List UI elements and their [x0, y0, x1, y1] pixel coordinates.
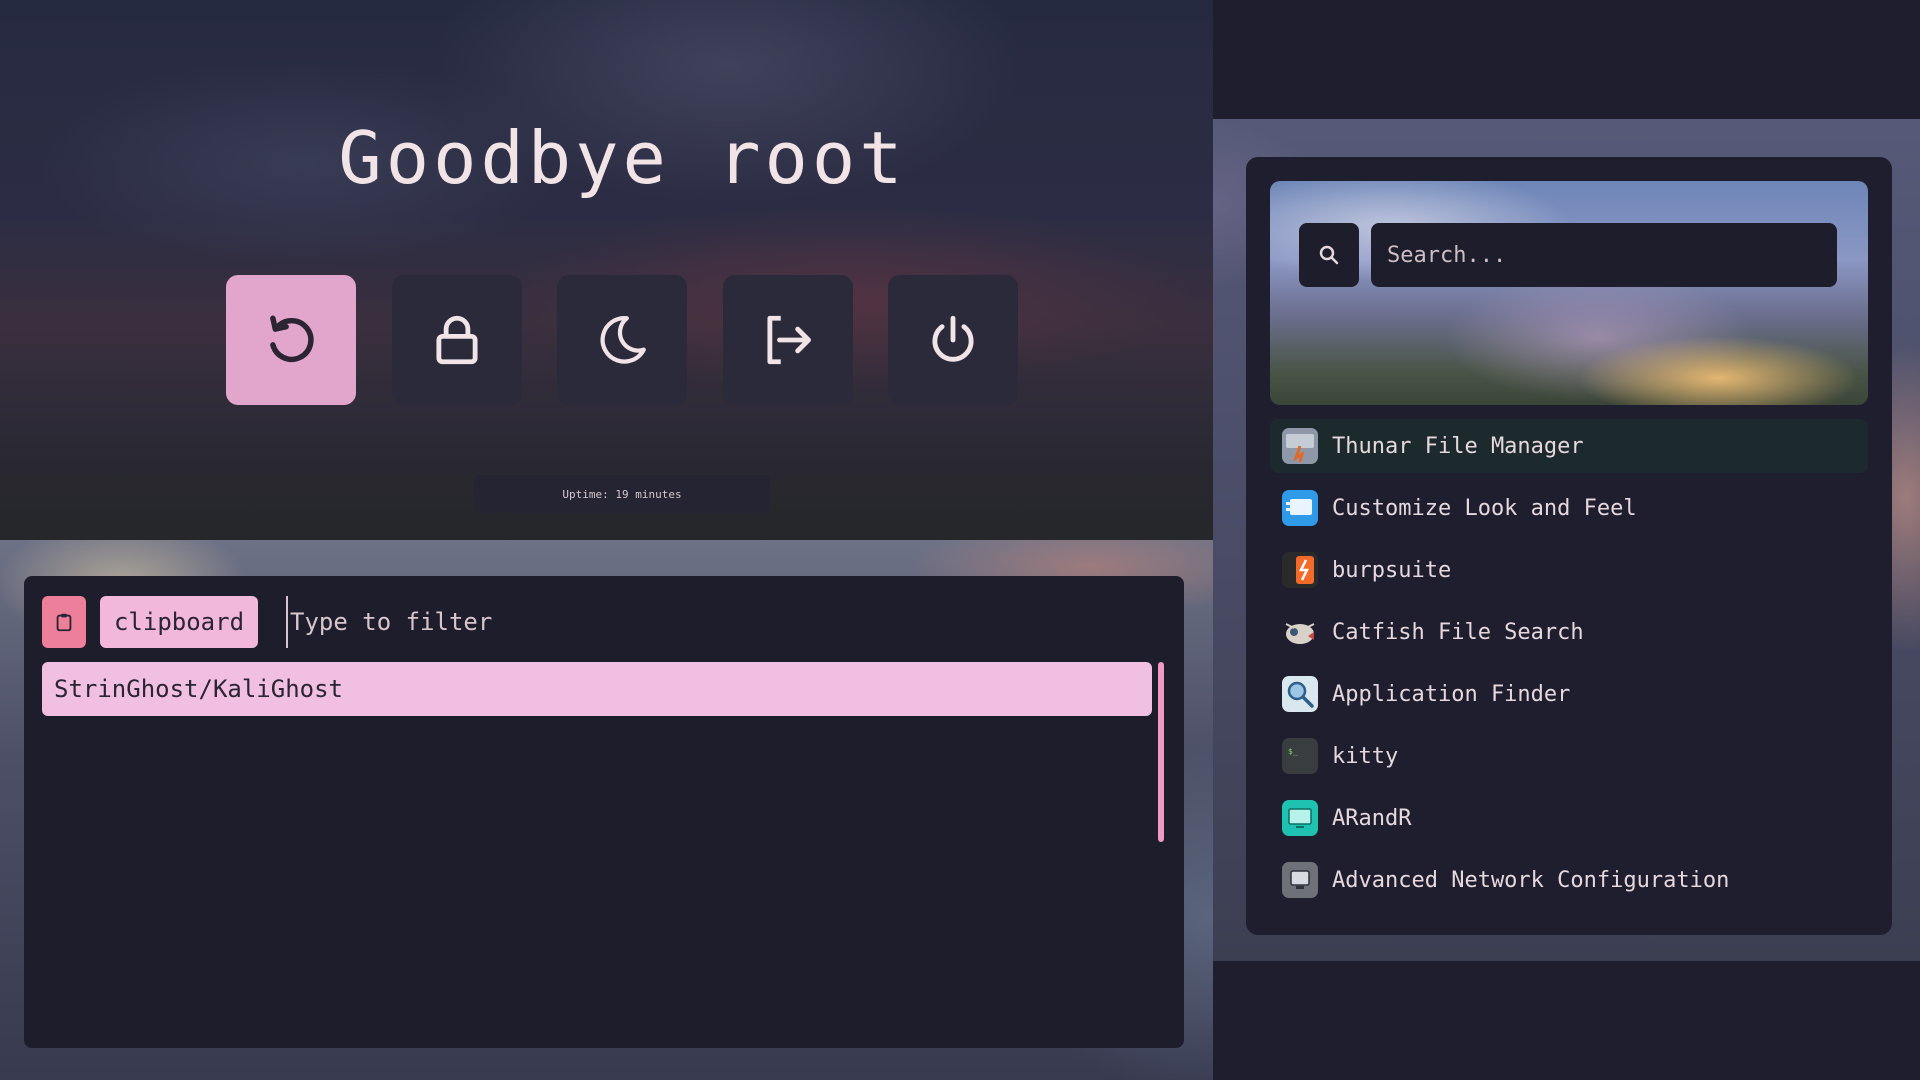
svg-text:$_: $_ [1288, 747, 1298, 756]
app-item-burpsuite[interactable]: burpsuite [1270, 543, 1868, 597]
clipboard-mode-label[interactable]: clipboard [100, 596, 258, 648]
app-item-kitty[interactable]: $_ kitty [1270, 729, 1868, 783]
lock-button[interactable] [392, 275, 522, 405]
terminal-icon: $_ [1282, 738, 1318, 774]
clipboard-filter-input[interactable] [286, 596, 886, 648]
restart-button[interactable] [226, 275, 356, 405]
appearance-icon [1282, 490, 1318, 526]
app-label: Thunar File Manager [1332, 433, 1584, 459]
network-icon [1282, 862, 1318, 898]
power-menu-panel: Goodbye root Uptime: 19 minutes [0, 0, 1213, 540]
app-finder-icon [1282, 676, 1318, 712]
app-label: ARandR [1332, 805, 1412, 831]
app-label: kitty [1332, 743, 1399, 769]
app-label: Customize Look and Feel [1332, 495, 1637, 521]
moon-icon [600, 316, 646, 364]
catfish-icon [1282, 614, 1318, 650]
launcher-hero-image [1270, 181, 1868, 405]
thunar-icon [1282, 428, 1318, 464]
restart-icon [270, 315, 314, 363]
clipboard-icon [56, 613, 72, 632]
app-label: Catfish File Search [1332, 619, 1584, 645]
uptime-text: Uptime: 19 minutes [562, 487, 682, 501]
app-item-arandr[interactable]: ARandR [1270, 791, 1868, 845]
logout-button[interactable] [723, 275, 853, 405]
burpsuite-icon [1282, 552, 1318, 588]
app-item-network[interactable]: Advanced Network Configuration [1270, 853, 1868, 907]
app-item-app-finder[interactable]: Application Finder [1270, 667, 1868, 721]
app-label: Advanced Network Configuration [1332, 867, 1730, 893]
power-menu-title: Goodbye root [338, 116, 907, 200]
search-icon [1319, 245, 1339, 265]
app-item-thunar[interactable]: Thunar File Manager [1270, 419, 1868, 473]
lock-icon [436, 315, 478, 365]
app-label: burpsuite [1332, 557, 1452, 583]
search-button[interactable] [1299, 223, 1359, 287]
clipboard-entry-text: StrinGhost/KaliGhost [54, 675, 343, 703]
monitor-icon [1282, 800, 1318, 836]
app-item-customize[interactable]: Customize Look and Feel [1270, 481, 1868, 535]
power-icon [932, 315, 974, 362]
clipboard-mode-icon-button[interactable] [42, 596, 86, 648]
launcher-search-input[interactable] [1371, 223, 1837, 287]
app-label: Application Finder [1332, 681, 1571, 707]
clipboard-scrollbar[interactable] [1158, 662, 1164, 842]
logout-icon [767, 315, 811, 365]
suspend-button[interactable] [557, 275, 687, 405]
launcher-window: Thunar File Manager Customize Look and F… [1246, 157, 1892, 935]
clipboard-entry[interactable]: StrinGhost/KaliGhost [42, 662, 1152, 716]
clipboard-window: clipboard StrinGhost/KaliGhost [24, 576, 1184, 1048]
uptime-indicator: Uptime: 19 minutes [474, 475, 770, 513]
app-item-catfish[interactable]: Catfish File Search [1270, 605, 1868, 659]
shutdown-button[interactable] [888, 275, 1018, 405]
